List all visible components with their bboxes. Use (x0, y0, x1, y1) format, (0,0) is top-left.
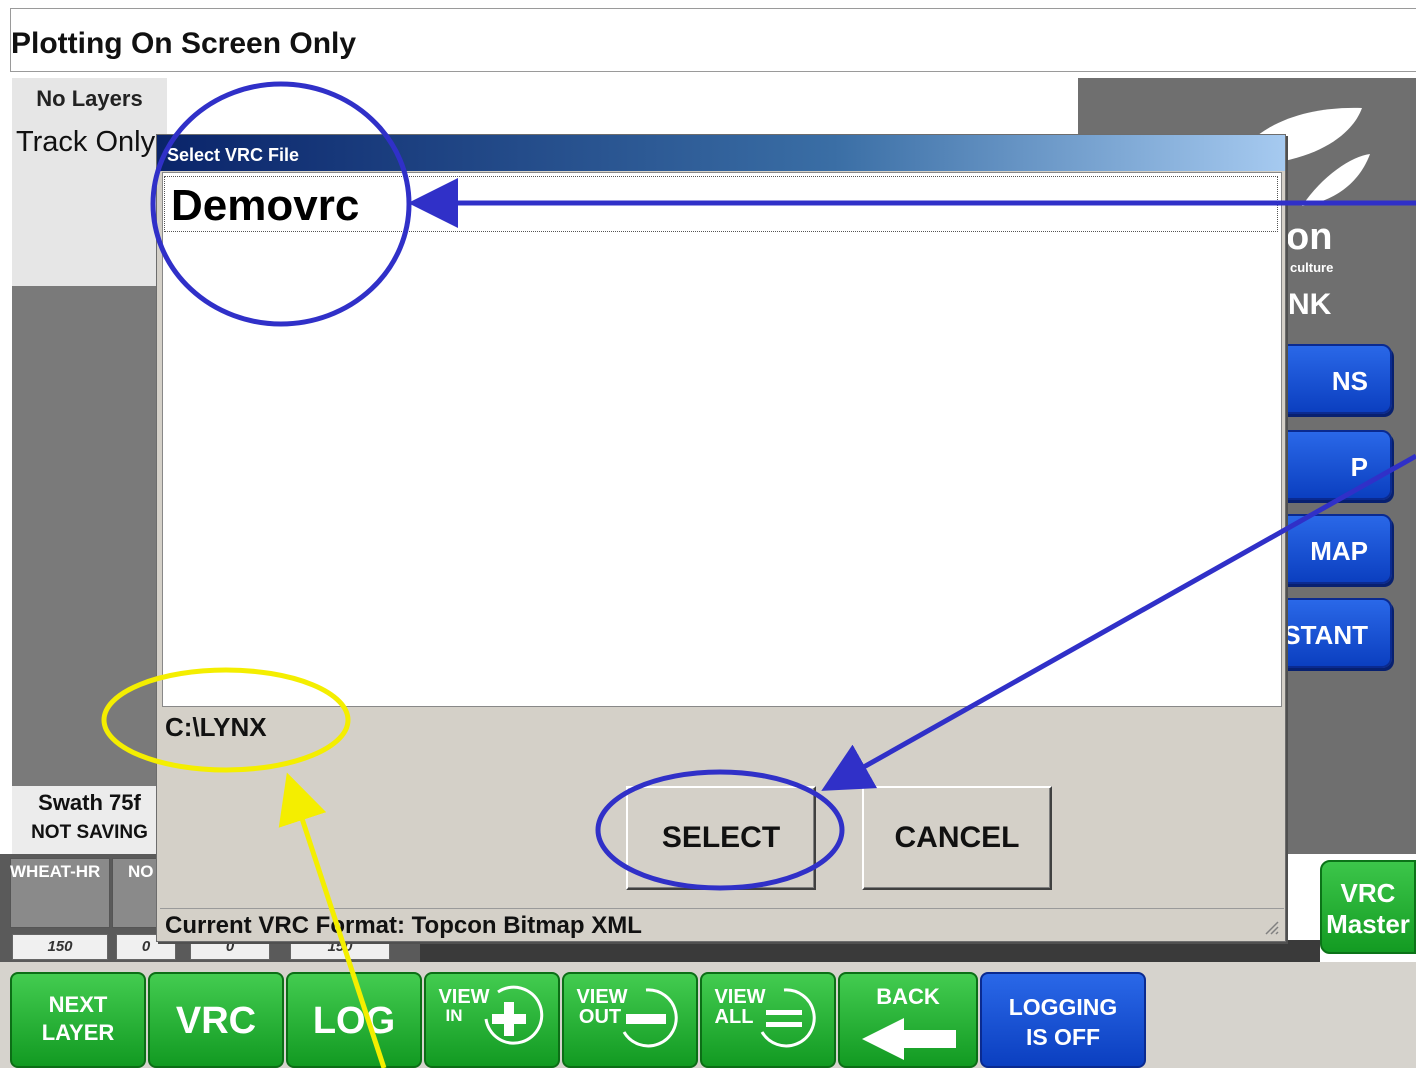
view-all-button[interactable]: VIEW ALL (700, 972, 836, 1068)
vrc-label: VRC (175, 1000, 257, 1042)
dialog-title-bar[interactable]: Select VRC File (157, 135, 1285, 171)
vrc-format-status: Current VRC Format: Topcon Bitmap XML (165, 912, 642, 939)
current-path: C:\LYNX (165, 712, 267, 742)
track-label: Track Only (16, 126, 156, 158)
next-layer-line2: LAYER (41, 1020, 115, 1045)
back-label: BACK (876, 984, 940, 1009)
vrc-master-line2: Master (1326, 909, 1410, 939)
side-button-label: NS (1331, 366, 1368, 396)
side-button-label: P (1350, 452, 1368, 482)
dialog-title: Select VRC File (167, 145, 300, 165)
logging-line1: LOGGING (1008, 994, 1118, 1020)
back-button[interactable]: BACK (838, 972, 978, 1068)
vrc-master-button[interactable]: VRC Master (1320, 860, 1416, 954)
saving-status: NOT SAVING (31, 822, 148, 843)
file-name: Demovrc (171, 181, 360, 230)
select-button[interactable]: SELECT (626, 786, 816, 890)
side-button-label: MAP (1310, 536, 1368, 566)
window-title: Plotting On Screen Only (11, 27, 357, 60)
brand-logo-text: on (1286, 216, 1333, 258)
brand-logo-subtext: culture (1290, 260, 1334, 275)
view-all-icon (760, 988, 816, 1048)
layers-label: No Layers (36, 86, 143, 111)
swath-width: Swath 75f (38, 790, 141, 815)
logging-toggle-button[interactable]: LOGGING IS OFF (980, 972, 1146, 1068)
file-list-item[interactable]: Demovrc (164, 176, 1278, 232)
side-button-label: STANT (1283, 620, 1368, 650)
cancel-button[interactable]: CANCEL (862, 786, 1052, 890)
dialog-status-bar: Current VRC Format: Topcon Bitmap XML (160, 908, 1284, 940)
resize-grip-icon[interactable] (1262, 918, 1280, 936)
map-area (420, 940, 1320, 964)
left-map-strip (12, 286, 167, 786)
product-label: NO (128, 862, 154, 881)
vrc-master-line1: VRC (1340, 878, 1396, 908)
product-label: WHEAT-HR (10, 862, 101, 881)
product-name: NK (1288, 288, 1332, 321)
back-arrow-icon (862, 1018, 956, 1060)
next-layer-button[interactable]: NEXT LAYER (10, 972, 146, 1068)
next-layer-line1: NEXT (48, 992, 108, 1017)
title-bar: Plotting On Screen Only (10, 8, 1416, 72)
logging-line2: IS OFF (1025, 1024, 1101, 1050)
product-rate: 150 (12, 934, 108, 960)
vrc-button[interactable]: VRC (148, 972, 284, 1068)
file-list[interactable] (162, 172, 1282, 707)
